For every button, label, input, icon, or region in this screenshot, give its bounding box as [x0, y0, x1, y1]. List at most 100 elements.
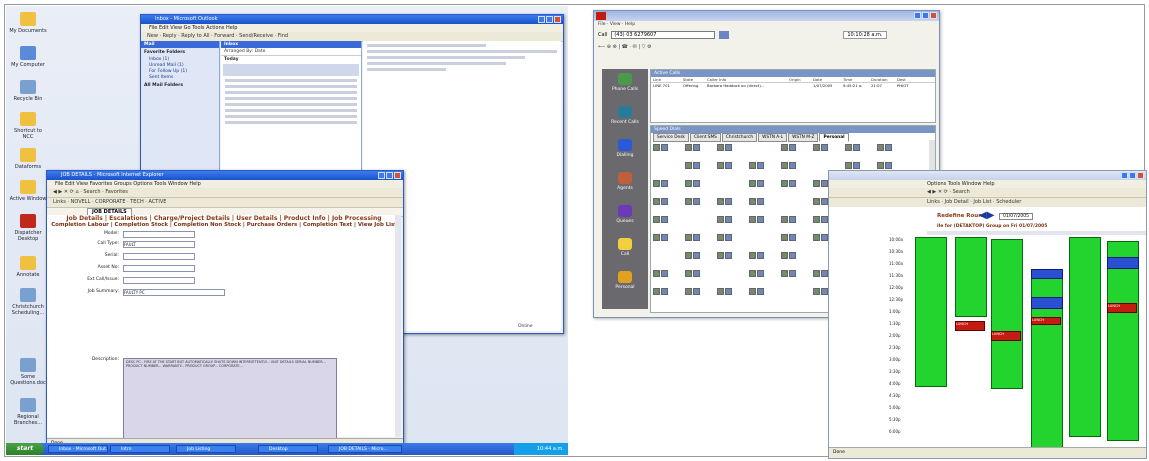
side-nav-item[interactable]: Recent Calls [602, 106, 648, 125]
links-bar[interactable]: Links · NOVELL · CORPORATE · TECH · ACTI… [47, 198, 403, 208]
side-nav-item[interactable]: Agents [602, 172, 648, 191]
speed-dial-button[interactable] [717, 252, 743, 263]
speed-dial-button[interactable] [653, 234, 679, 245]
speed-dial-button[interactable] [653, 144, 679, 155]
schedule-slot[interactable] [991, 239, 1023, 389]
speed-dial-button[interactable] [749, 180, 775, 191]
form-input[interactable] [123, 231, 195, 238]
calendar-title-bar[interactable] [829, 171, 1146, 180]
desktop-icon[interactable]: Active Window [8, 180, 48, 202]
outlook-menu-bar[interactable]: File Edit View Go Tools Actions Help [141, 24, 563, 32]
speed-dial-button[interactable] [781, 252, 807, 263]
speed-dial-button[interactable] [685, 252, 711, 263]
speed-dial-button[interactable] [749, 162, 775, 173]
speed-dial-button[interactable] [685, 270, 711, 281]
taskbar-item[interactable]: Job Listing [176, 445, 236, 453]
speed-dial-button[interactable] [749, 252, 775, 263]
message-selected[interactable] [223, 64, 359, 76]
speed-dial-button[interactable] [813, 144, 839, 155]
side-nav-item[interactable]: Phone Calls [602, 73, 648, 92]
lunch-slot[interactable]: LUNCH [991, 331, 1021, 341]
speed-dial-tab[interactable]: WSTN M-Z [788, 133, 819, 142]
taskbar-item[interactable]: Desktop [258, 445, 318, 453]
speed-dial-button[interactable] [781, 162, 807, 173]
taskbar-item[interactable]: JOB DETAILS - Micro... [328, 445, 402, 453]
schedule-slot[interactable] [1069, 237, 1101, 437]
speed-dial-button[interactable] [781, 234, 807, 245]
column-header[interactable]: Caller Info [705, 77, 787, 82]
appointment-block[interactable] [1107, 257, 1139, 269]
speed-dial-button[interactable] [653, 270, 679, 281]
dial-button[interactable] [719, 31, 730, 39]
speed-dial-button[interactable] [781, 144, 807, 155]
desktop-icon[interactable]: My Computer [8, 46, 48, 68]
speed-dial-button[interactable] [653, 288, 679, 299]
page-nav-primary[interactable]: Job Details | Escalations | Charge/Proje… [47, 215, 401, 222]
desktop-icon[interactable]: My Documents [8, 12, 48, 34]
column-header[interactable]: Duration [869, 77, 895, 82]
schedule-slot[interactable] [955, 237, 987, 317]
description-field[interactable]: DESC PC - FIRE AT THE START BUT AUTOMATI… [123, 358, 337, 449]
phone-input[interactable]: (43) 03 6279607 [611, 31, 716, 39]
speed-dial-tab[interactable]: Personal [819, 133, 849, 142]
schedule-slot[interactable] [1031, 269, 1063, 449]
speed-dial-button[interactable] [749, 216, 775, 227]
speed-dial-button[interactable] [717, 216, 743, 227]
desktop-icon[interactable]: Regional Branches... [8, 398, 48, 426]
speed-dial-button[interactable] [717, 144, 743, 155]
speed-dial-button[interactable] [717, 198, 743, 209]
desktop-icon[interactable]: Dataforms [8, 148, 48, 170]
close-icon[interactable] [554, 16, 561, 23]
scrollbar[interactable] [395, 215, 401, 437]
speed-dial-button[interactable] [749, 270, 775, 281]
appointment-block[interactable] [1031, 269, 1063, 279]
speed-dial-button[interactable] [749, 198, 775, 209]
dispatcher-menu[interactable]: File · View · Help [594, 21, 939, 29]
speed-dial-button[interactable] [653, 216, 679, 227]
speed-dial-tab[interactable]: Christchurch [721, 133, 758, 142]
speed-dial-button[interactable] [685, 180, 711, 191]
taskbar-item[interactable]: Inbox - Microsoft Out... [48, 445, 108, 453]
page-nav-secondary[interactable]: Completion Labour | Completion Stock | C… [47, 222, 401, 229]
speed-dial-button[interactable] [845, 144, 871, 155]
desktop-icon[interactable]: Some Questions.doc [8, 358, 48, 386]
maximize-icon[interactable] [922, 12, 929, 19]
column-header[interactable]: Dest [895, 77, 917, 82]
close-icon[interactable] [394, 172, 401, 179]
appointment-block[interactable] [1031, 297, 1063, 309]
column-header[interactable]: Line [651, 77, 681, 82]
speed-dial-button[interactable] [685, 288, 711, 299]
job-details-window[interactable]: JOB DETAILS - Microsoft Internet Explore… [46, 170, 404, 450]
close-icon[interactable] [1137, 172, 1144, 179]
browser-title-bar[interactable]: JOB DETAILS - Microsoft Internet Explore… [47, 171, 403, 180]
lunch-slot[interactable]: LUNCH [1031, 317, 1061, 325]
speed-dial-button[interactable] [781, 216, 807, 227]
column-header[interactable]: Date [811, 77, 841, 82]
dispatcher-toolbar[interactable]: ⟵ ⊕ ⊗ | ☎ · ✉ | ▽ ⚙ [594, 41, 939, 53]
side-nav-item[interactable]: Dialling [602, 139, 648, 158]
side-nav-item[interactable]: Personal [602, 271, 648, 290]
outlook-title-bar[interactable]: Inbox - Microsoft Outlook [141, 15, 563, 24]
speed-dial-button[interactable] [685, 234, 711, 245]
desktop-icon[interactable]: Recycle Bin [8, 80, 48, 102]
maximize-icon[interactable] [1129, 172, 1136, 179]
speed-dial-tab[interactable]: Client SMS [689, 133, 721, 142]
speed-dial-button[interactable] [781, 180, 807, 191]
minimize-icon[interactable] [914, 12, 921, 19]
message-list[interactable] [221, 79, 361, 124]
form-input[interactable] [123, 253, 195, 260]
side-nav-item[interactable]: Queues [602, 205, 648, 224]
form-input[interactable]: FAULT [123, 241, 195, 248]
calendar-menu[interactable]: Options Tools Window Help [829, 180, 1146, 188]
dispatcher-title-bar[interactable] [594, 11, 939, 21]
form-input[interactable]: FAULTY PC [123, 289, 225, 296]
column-header[interactable]: State [681, 77, 705, 82]
close-icon[interactable] [930, 12, 937, 19]
browser-menu-bar[interactable]: File Edit View Favorites Groups Options … [47, 180, 403, 188]
desktop-icon[interactable]: Shortcut to NCC [8, 112, 48, 140]
minimize-icon[interactable] [378, 172, 385, 179]
arranged-by[interactable]: Arranged By: Date [221, 48, 361, 56]
taskbar-item[interactable]: Intro [110, 445, 170, 453]
calendar-toolbar[interactable]: ◀ ▶ ✕ ⟳ · Search [829, 188, 1146, 198]
minimize-icon[interactable] [1121, 172, 1128, 179]
